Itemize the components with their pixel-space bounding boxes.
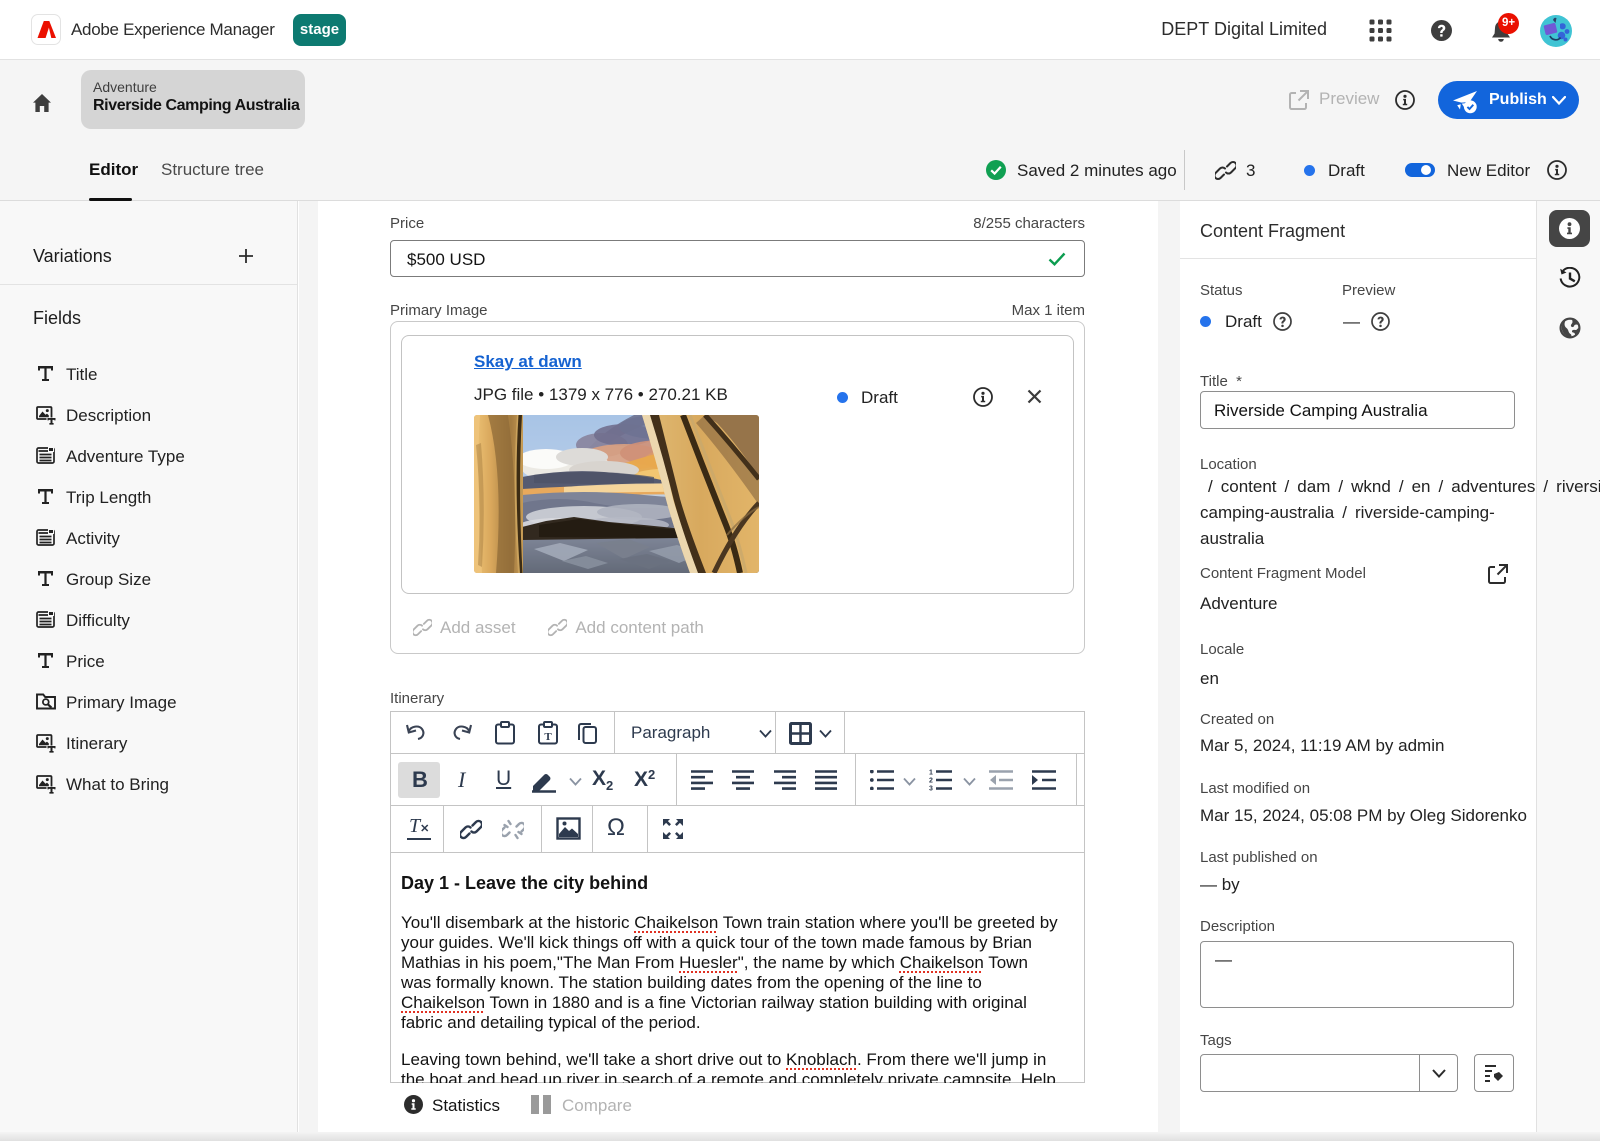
svg-text:3: 3 [929, 786, 933, 792]
svg-text:T: T [544, 731, 552, 743]
svg-text:1: 1 [929, 770, 933, 777]
svg-text:2: 2 [929, 778, 933, 785]
